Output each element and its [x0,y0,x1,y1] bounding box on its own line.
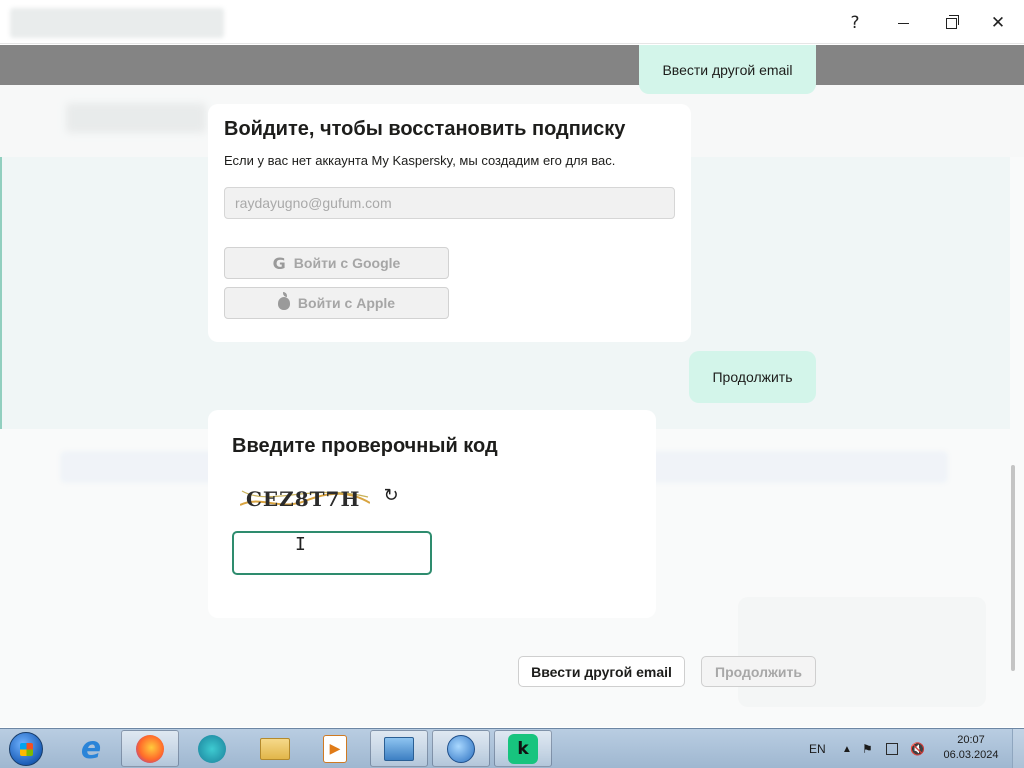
vertical-scrollbar[interactable] [1010,45,1024,727]
minimize-icon [897,22,909,24]
scroll-thumb[interactable] [1011,465,1015,671]
captcha-image: CEZ8T7H [240,487,370,511]
verification-card: Введите проверочный код CEZ8T7H ↻ I [208,410,656,618]
windows-taskbar: e ▶ k EN ▲ ⚑ 🔇 20:07 06.03.2024 [0,728,1024,768]
enter-other-email-button[interactable]: Ввести другой email [518,656,685,687]
file-explorer-icon [260,737,290,760]
taskbar-kaspersky[interactable]: k [494,730,552,767]
kaspersky-icon: k [508,733,538,764]
media-player-icon: ▶ [323,734,347,763]
clock-time: 20:07 [957,734,985,746]
restore-button[interactable] [931,10,971,36]
firefox-icon [136,734,164,763]
internet-explorer-icon: e [80,731,102,766]
google-signin-button[interactable]: G Войти с Google [224,247,449,279]
verification-code-input[interactable] [232,531,432,575]
taskbar-media-app[interactable] [183,730,241,767]
restore-icon [945,14,959,29]
blurred-window-title [10,8,224,38]
network-monitor-icon [886,743,898,755]
email-field[interactable] [224,187,675,219]
action-center-flag-icon[interactable]: ⚑ [862,729,876,768]
taskbar-file-explorer[interactable] [246,730,304,767]
google-icon: G [272,253,286,273]
volume-muted-icon[interactable]: 🔇 [910,729,926,768]
enter-other-email-button-top[interactable]: Ввести другой email [639,45,816,94]
help-button[interactable]: ? [835,10,875,36]
start-button[interactable] [3,731,49,767]
show-hidden-icons-button[interactable]: ▲ [842,729,852,768]
login-card: Войдите, чтобы восстановить подписку Есл… [208,104,691,342]
apple-icon [277,291,290,310]
login-title: Войдите, чтобы восстановить подписку [224,118,626,140]
google-signin-label: Войти с Google [293,255,401,271]
continue-button-disabled[interactable]: Продолжить [701,656,816,687]
taskbar-media-player[interactable]: ▶ [306,730,364,767]
language-indicator[interactable]: EN [809,729,826,768]
media-app-icon [198,734,226,763]
network-globe-icon [447,734,475,763]
network-icon[interactable] [886,729,900,768]
close-button[interactable]: ✕ [978,10,1018,36]
continue-button-mid[interactable]: Продолжить [689,351,816,403]
window-titlebar: ? ✕ [0,0,1024,44]
refresh-icon[interactable]: ↻ [380,484,402,506]
windows-logo-icon [9,732,43,766]
verification-title: Введите проверочный код [232,435,498,457]
minimize-button[interactable] [883,10,923,36]
system-clock[interactable]: 20:07 06.03.2024 [940,733,1002,763]
apple-signin-button[interactable]: Войти с Apple [224,287,449,319]
text-cursor-icon: I [295,534,306,555]
taskbar-internet-explorer[interactable]: e [62,730,120,767]
captcha-text: CEZ8T7H [246,487,360,511]
clock-date: 06.03.2024 [943,749,999,761]
taskbar-remote-desktop[interactable] [370,730,428,767]
taskbar-network[interactable] [432,730,490,767]
remote-desktop-icon [384,736,414,761]
show-desktop-button[interactable] [1012,729,1024,768]
taskbar-firefox[interactable] [121,730,179,767]
login-subtitle: Если у вас нет аккаунта My Kaspersky, мы… [224,153,616,168]
apple-signin-label: Войти с Apple [297,295,396,311]
